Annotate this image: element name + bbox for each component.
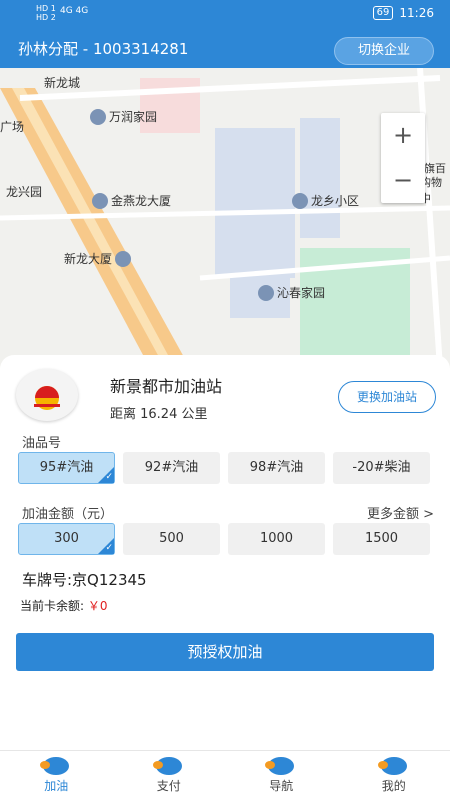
amount-options: 300✓ 500 1000 1500 [18,523,430,555]
fuel-option[interactable]: -20#柴油 [333,452,430,484]
balance-value: ￥0 [88,599,108,613]
sim2-label: HD 2 [36,13,56,22]
more-amounts-link[interactable]: 更多金额 > [367,503,434,522]
map-poi: 新龙大厦 [64,250,131,267]
amount-option[interactable]: 300✓ [18,523,115,555]
fuel-option[interactable]: 95#汽油✓ [18,452,115,484]
map-poi: 万润家园 [90,108,157,125]
station-name: 新景都市加油站 [110,373,222,397]
license-plate: 车牌号:京Q12345 [22,569,147,590]
sim1-label: HD 1 [36,4,56,13]
fuel-option[interactable]: 92#汽油 [123,452,220,484]
navigation-icon [268,757,294,775]
poi-icon [258,285,274,301]
map-label: 龙兴园 [6,183,42,200]
station-distance: 距离 16.24 公里 [110,403,207,422]
check-icon: ✓ [105,544,113,553]
clock: 11:26 [399,6,434,20]
tab-navigation[interactable]: 导航 [225,751,338,801]
poi-icon [92,193,108,209]
tab-fuel[interactable]: 加油 [0,751,113,801]
switch-company-button[interactable]: 切换企业 [334,37,434,65]
tab-pay[interactable]: 支付 [113,751,226,801]
bottom-tab-bar: 加油 支付 导航 我的 [0,750,450,801]
zoom-control: + − [381,113,425,203]
petrochina-logo-icon [16,369,78,421]
signal-icon: 4G 4G [60,6,88,16]
card-balance: 当前卡余额: ￥0 [20,597,108,614]
fuel-options: 95#汽油✓ 92#汽油 98#汽油 -20#柴油 [18,452,430,484]
amount-option[interactable]: 500 [123,523,220,555]
map-label: 新龙城 [44,74,80,91]
fuel-option[interactable]: 98#汽油 [228,452,325,484]
fuel-icon [43,757,69,775]
app-header: HD 1 HD 2 4G 4G 69 11:26 孙林分配 - 10033142… [0,0,450,68]
station-panel: 新景都市加油站 距离 16.24 公里 更换加油站 油品号 95#汽油✓ 92#… [0,355,450,750]
map-poi: 沁春家园 [258,284,325,301]
battery-icon: 69 [373,6,394,20]
amount-option[interactable]: 1000 [228,523,325,555]
poi-icon [115,251,131,267]
pay-icon [156,757,182,775]
map-view[interactable]: 新龙城 万润家园 广场 龙兴园 金燕龙大厦 龙乡小区 新龙大厦 沁春家园 旗百 … [0,68,450,368]
fuel-type-label: 油品号 [22,432,61,451]
profile-icon [381,757,407,775]
poi-icon [292,193,308,209]
map-label: 广场 [0,118,24,135]
map-poi: 龙乡小区 [292,192,359,209]
zoom-out-button[interactable]: − [381,158,425,203]
check-icon: ✓ [105,473,113,482]
balance-label: 当前卡余额: [20,599,84,613]
poi-icon [90,109,106,125]
change-station-button[interactable]: 更换加油站 [338,381,436,413]
page-title: 孙林分配 - 1003314281 [18,38,188,59]
tab-profile[interactable]: 我的 [338,751,450,801]
network-indicator: HD 1 HD 2 [36,4,56,22]
status-bar: HD 1 HD 2 4G 4G 69 11:26 [0,0,450,28]
zoom-in-button[interactable]: + [381,113,425,158]
amount-label: 加油金额（元） [22,503,113,522]
amount-option[interactable]: 1500 [333,523,430,555]
preauth-fuel-button[interactable]: 预授权加油 [16,633,434,671]
map-poi: 金燕龙大厦 [92,192,171,209]
